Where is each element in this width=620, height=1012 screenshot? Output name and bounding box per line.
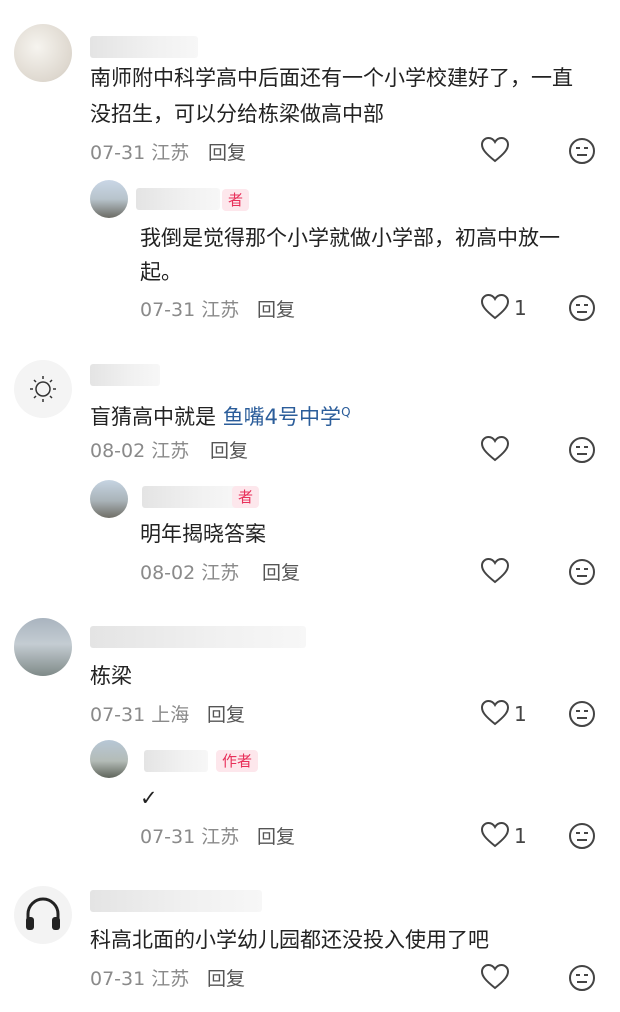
avatar[interactable] bbox=[90, 480, 128, 518]
avatar[interactable] bbox=[90, 180, 128, 218]
reply-button[interactable]: 回复 bbox=[207, 700, 245, 727]
dislike-face-icon[interactable] bbox=[568, 700, 596, 728]
reply-text: ✓ bbox=[140, 786, 158, 810]
username-blurred[interactable] bbox=[90, 36, 198, 58]
like-count: 1 bbox=[514, 296, 527, 320]
reply-meta: 07-31 江苏 bbox=[140, 826, 240, 848]
search-link[interactable]: 鱼嘴4号中学 bbox=[223, 405, 341, 429]
dislike-face-icon[interactable] bbox=[568, 137, 596, 165]
avatar[interactable] bbox=[14, 618, 72, 676]
avatar[interactable] bbox=[90, 740, 128, 778]
reply-text: 明年揭晓答案 bbox=[140, 522, 266, 546]
heart-icon[interactable] bbox=[481, 558, 509, 584]
reply-text-continued: 起。 bbox=[140, 260, 182, 284]
dislike-face-icon[interactable] bbox=[568, 822, 596, 850]
comment-text: 科高北面的小学幼儿园都还没投入使用了吧 bbox=[90, 928, 489, 952]
headphones-icon bbox=[26, 897, 60, 930]
reply-button[interactable]: 回复 bbox=[208, 138, 246, 165]
reply-text: 我倒是觉得那个小学就做小学部，初高中放一 bbox=[140, 226, 560, 250]
comment-meta: 08-02 江苏 bbox=[90, 440, 190, 462]
heart-icon[interactable] bbox=[481, 294, 509, 320]
search-mark-icon: Q bbox=[341, 405, 351, 419]
username-blurred[interactable] bbox=[90, 890, 262, 912]
username-blurred[interactable] bbox=[90, 626, 306, 648]
reply-button[interactable]: 回复 bbox=[257, 295, 295, 322]
dislike-face-icon[interactable] bbox=[568, 964, 596, 992]
reply-meta: 07-31 江苏 bbox=[140, 299, 240, 321]
reply-button[interactable]: 回复 bbox=[257, 822, 295, 849]
reply-button[interactable]: 回复 bbox=[210, 436, 248, 463]
username-blurred[interactable] bbox=[142, 486, 238, 508]
comment-text: 南师附中科学高中后面还有一个小学校建好了，一直 bbox=[90, 66, 573, 90]
reply-meta: 08-02 江苏 bbox=[140, 562, 240, 584]
heart-icon[interactable] bbox=[481, 436, 509, 462]
author-badge: 者 bbox=[232, 486, 260, 508]
dislike-face-icon[interactable] bbox=[568, 294, 596, 322]
heart-icon[interactable] bbox=[481, 822, 509, 848]
author-badge: 作者 bbox=[216, 750, 259, 772]
heart-icon[interactable] bbox=[481, 137, 509, 163]
comment-meta: 07-31 江苏 bbox=[90, 968, 190, 990]
sun-icon bbox=[30, 376, 56, 402]
reply-button[interactable]: 回复 bbox=[207, 964, 245, 991]
avatar[interactable] bbox=[14, 360, 72, 418]
avatar[interactable] bbox=[14, 24, 72, 82]
like-count: 1 bbox=[514, 824, 527, 848]
comment-text-continued: 没招生，可以分给栋梁做高中部 bbox=[90, 102, 384, 126]
comment-text: 盲猜高中就是 鱼嘴4号中学Q bbox=[90, 405, 351, 429]
dislike-face-icon[interactable] bbox=[568, 436, 596, 464]
comment-meta: 07-31 江苏 bbox=[90, 142, 190, 164]
comment-text: 栋梁 bbox=[90, 664, 132, 688]
reply-button[interactable]: 回复 bbox=[262, 558, 300, 585]
dislike-face-icon[interactable] bbox=[568, 558, 596, 586]
like-count: 1 bbox=[514, 702, 527, 726]
avatar[interactable] bbox=[14, 886, 72, 944]
heart-icon[interactable] bbox=[481, 964, 509, 990]
username-blurred[interactable] bbox=[136, 188, 220, 210]
username-blurred[interactable] bbox=[90, 364, 160, 386]
heart-icon[interactable] bbox=[481, 700, 509, 726]
author-badge: 者 bbox=[222, 189, 250, 211]
comment-meta: 07-31 上海 bbox=[90, 704, 190, 726]
username-blurred[interactable] bbox=[144, 750, 208, 772]
